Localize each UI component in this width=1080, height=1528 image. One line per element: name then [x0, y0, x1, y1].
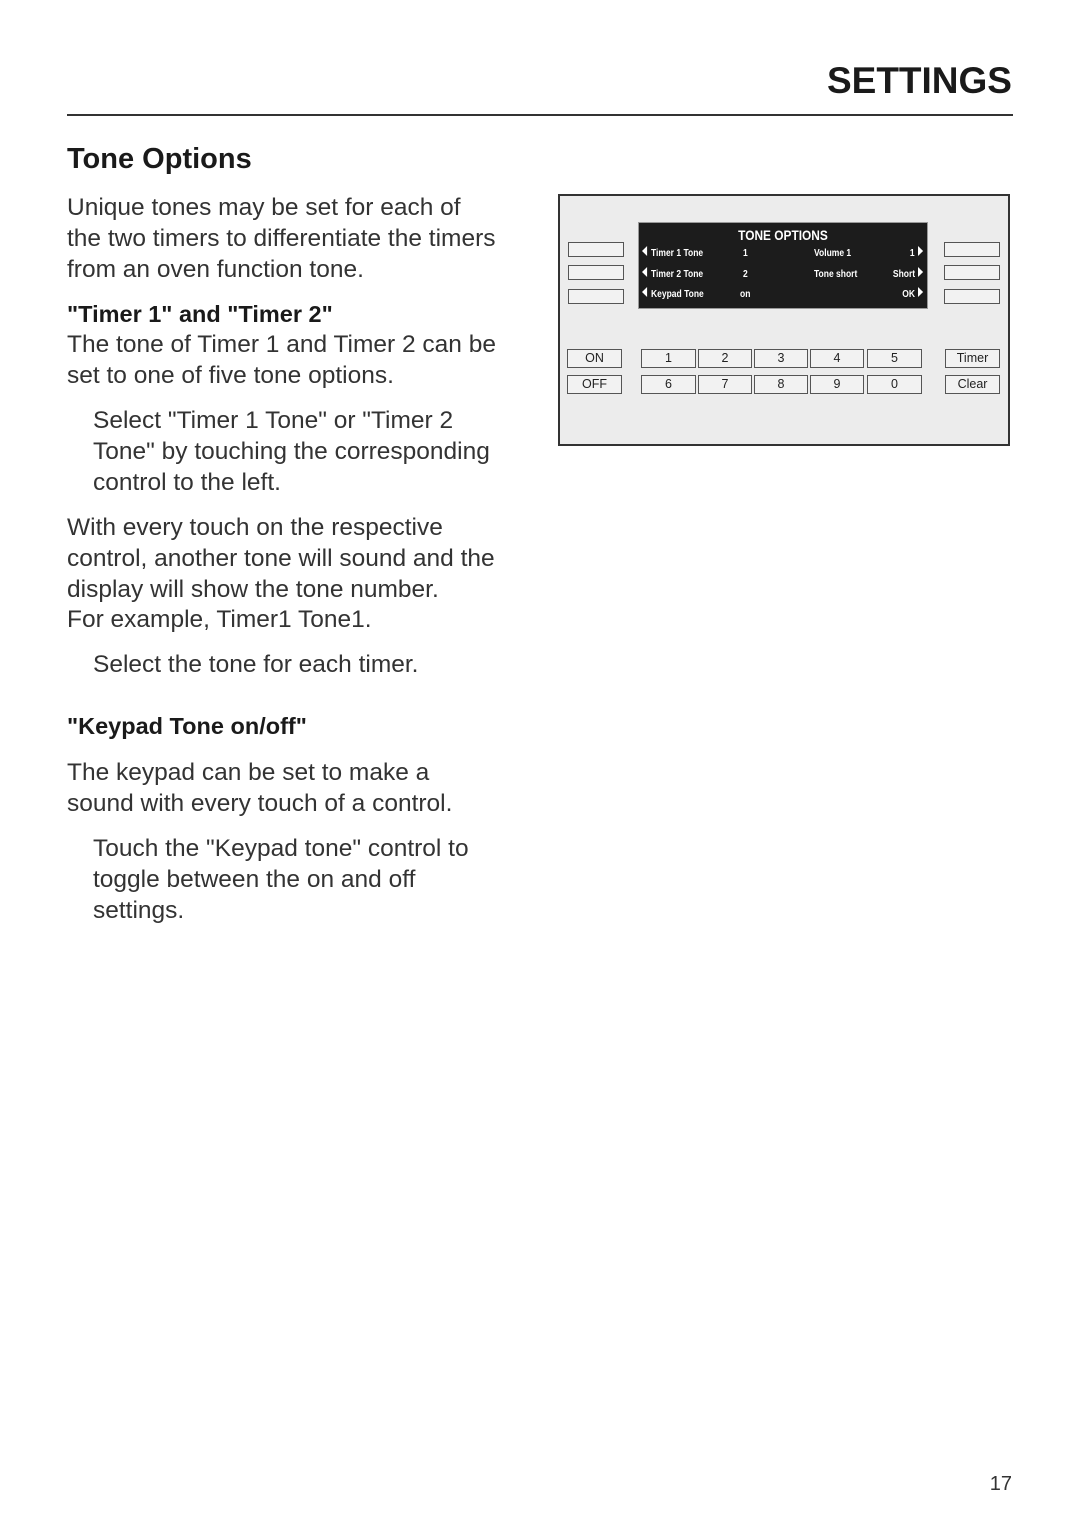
line: the two timers to differentiate the time… — [67, 224, 496, 252]
display-row: Keypad Tone on OK — [639, 287, 927, 303]
page-number: 17 — [989, 1473, 1012, 1495]
right-arrow-icon — [918, 287, 924, 297]
section-header: SETTINGS — [826, 60, 1012, 101]
keypad-heading: "Keypad Tone on/off" — [67, 713, 307, 739]
digit-button[interactable]: 7 — [698, 375, 752, 394]
digit-button[interactable]: 2 — [698, 349, 752, 368]
clear-button[interactable]: Clear — [945, 375, 1000, 394]
digit-button[interactable]: 1 — [641, 349, 696, 368]
line: Tone" by touching the corresponding — [93, 437, 490, 465]
line: sound with every touch of a control. — [67, 789, 453, 817]
row-label: Timer 2 Tone — [651, 269, 704, 280]
keypad-step: Touch the "Keypad tone" control to toggl… — [93, 834, 469, 926]
line: control to the left. — [93, 468, 281, 496]
line: Select "Timer 1 Tone" or "Timer 2 — [93, 407, 454, 434]
left-sensor-3[interactable] — [568, 289, 624, 304]
timer-button[interactable]: Timer — [945, 349, 1000, 368]
line: settings. — [93, 896, 185, 924]
line: For example, Timer1 Tone1. — [67, 606, 372, 634]
timer-step: Select "Timer 1 Tone" or "Timer 2 Tone" … — [93, 406, 490, 498]
line: set to one of five tone options. — [67, 361, 394, 389]
left-sensor-1[interactable] — [568, 242, 624, 257]
right-arrow-icon — [918, 267, 924, 277]
right-sensor-1[interactable] — [944, 242, 1000, 257]
line: toggle between the on and off — [93, 865, 416, 893]
touch-paragraph: With every touch on the respective contr… — [67, 513, 495, 636]
off-button[interactable]: OFF — [567, 375, 622, 394]
row-value: 2 — [743, 269, 748, 280]
row-value: 1 — [743, 248, 748, 259]
line: With every touch on the respective — [67, 514, 443, 541]
line: Select the tone for each timer. — [93, 651, 419, 678]
row-right-value: OK — [902, 289, 915, 300]
display-row: Timer 2 Tone 2 Tone short Short — [639, 267, 927, 283]
row-value: on — [740, 289, 751, 300]
intro-paragraph: Unique tones may be set for each of the … — [67, 193, 496, 285]
keypad-paragraph: The keypad can be set to make a sound wi… — [67, 758, 452, 820]
line: control, another tone will sound and the — [67, 544, 495, 572]
line: display will show the tone number. — [67, 575, 439, 603]
line: from an oven function tone. — [67, 255, 364, 283]
row-label: Timer 1 Tone — [651, 248, 704, 259]
left-arrow-icon — [642, 267, 648, 277]
left-sensor-2[interactable] — [568, 265, 624, 280]
page-title: Tone Options — [67, 143, 252, 175]
digit-button[interactable]: 0 — [867, 375, 922, 394]
row-right-label: Tone short — [814, 269, 858, 280]
display-row: Timer 1 Tone 1 Volume 1 1 — [639, 246, 927, 262]
digit-button[interactable]: 8 — [754, 375, 808, 394]
row-right-value: Short — [892, 269, 915, 280]
right-arrow-icon — [918, 246, 924, 256]
header-rule — [67, 114, 1013, 116]
row-right-value: 1 — [910, 248, 915, 259]
digit-button[interactable]: 9 — [810, 375, 864, 394]
control-panel-illustration: TONE OPTIONS Timer 1 Tone 1 Volume 1 1 T… — [558, 194, 1010, 446]
left-arrow-icon — [642, 287, 648, 297]
select-step: Select the tone for each timer. — [93, 650, 419, 681]
row-label: Keypad Tone — [651, 289, 704, 300]
on-button[interactable]: ON — [567, 349, 622, 368]
display-title: TONE OPTIONS — [738, 227, 828, 243]
left-arrow-icon — [642, 246, 648, 256]
line: Unique tones may be set for each of — [67, 194, 461, 221]
right-sensor-3[interactable] — [944, 289, 1000, 304]
line: Touch the "Keypad tone" control to — [93, 835, 469, 862]
timer-paragraph: The tone of Timer 1 and Timer 2 can be s… — [67, 330, 496, 392]
digit-button[interactable]: 4 — [810, 349, 864, 368]
line: The tone of Timer 1 and Timer 2 can be — [67, 331, 496, 358]
digit-button[interactable]: 3 — [754, 349, 808, 368]
timer-heading: "Timer 1" and "Timer 2" — [67, 301, 333, 327]
digit-button[interactable]: 6 — [641, 375, 696, 394]
display-screen: TONE OPTIONS Timer 1 Tone 1 Volume 1 1 T… — [638, 222, 928, 309]
right-sensor-2[interactable] — [944, 265, 1000, 280]
line: The keypad can be set to make a — [67, 759, 430, 786]
row-right-label: Volume 1 — [814, 248, 852, 259]
digit-button[interactable]: 5 — [867, 349, 922, 368]
